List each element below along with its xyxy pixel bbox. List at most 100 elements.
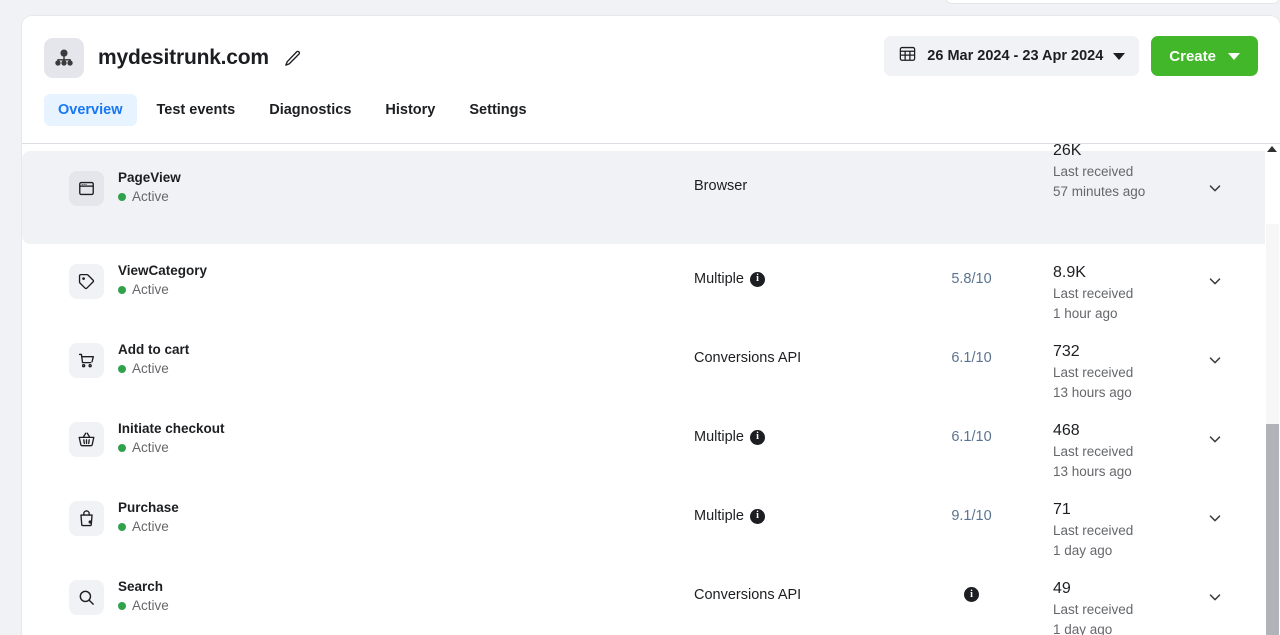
connection-method: Multiple (694, 429, 744, 445)
table-row[interactable]: Add to cart Active Conversions API 6.1/1… (22, 323, 1280, 402)
vertical-scrollbar[interactable] (1265, 144, 1280, 635)
event-match-quality-score[interactable]: 6.1/10 (951, 350, 991, 366)
event-count: 49 (1053, 580, 1071, 597)
dataset-node-icon (44, 38, 84, 78)
chevron-down-icon[interactable] (1206, 351, 1224, 374)
scrollbar-track[interactable] (1266, 224, 1279, 424)
event-name-cell: Search Active (22, 560, 694, 615)
tab-overview[interactable]: Overview (44, 94, 137, 126)
tab-history[interactable]: History (371, 94, 449, 126)
connection-method: Conversions API (694, 350, 802, 366)
scrollbar-thumb[interactable] (1266, 424, 1279, 635)
status-label: Active (132, 189, 169, 204)
status-label: Active (132, 440, 169, 455)
status-dot-icon (118, 192, 126, 201)
shopping-basket-icon (69, 422, 104, 457)
event-match-quality-score[interactable]: 9.1/10 (951, 508, 991, 524)
event-name-cell: Initiate checkout Active (22, 402, 694, 457)
event-count-cell: 49 Last received 1 day ago (1049, 560, 1174, 635)
tab-diagnostics[interactable]: Diagnostics (255, 94, 365, 126)
event-match-quality-score[interactable]: 5.8/10 (951, 271, 991, 287)
tab-bar: Overview Test events Diagnostics History… (22, 94, 1280, 144)
event-name-group: PageView Active (118, 169, 181, 205)
event-count-cell: 732 Last received 13 hours ago (1049, 323, 1174, 403)
chevron-down-icon[interactable] (1206, 430, 1224, 453)
chevron-down-icon[interactable] (1206, 272, 1224, 295)
table-row[interactable]: Purchase Active Multiple i 9.1/10 71 Las… (22, 481, 1280, 560)
browser-window-icon (69, 171, 104, 206)
tab-settings[interactable]: Settings (455, 94, 540, 126)
events-manager-card: mydesitrunk.com 26 Mar 2024 - 23 Apr 202… (22, 16, 1280, 635)
status-label: Active (132, 282, 169, 297)
last-received-time: 13 hours ago (1053, 385, 1132, 400)
info-icon[interactable]: i (749, 429, 765, 445)
event-match-quality-cell: i (894, 560, 1049, 602)
event-name-cell: ViewCategory Active (22, 244, 694, 299)
table-row[interactable]: Initiate checkout Active Multiple i 6.1/… (22, 402, 1280, 481)
event-match-quality-score[interactable]: 6.1/10 (951, 429, 991, 445)
chevron-down-icon[interactable] (1206, 588, 1224, 611)
status-label: Active (132, 519, 169, 534)
last-received-label: Last received (1053, 164, 1134, 179)
last-received-time: 13 hours ago (1053, 464, 1132, 479)
last-received-time: 1 day ago (1053, 543, 1113, 558)
table-row[interactable]: Search Active Conversions API i 49 Last (22, 560, 1280, 635)
scroll-up-arrow-icon[interactable] (1267, 146, 1277, 152)
magnifier-icon (69, 580, 104, 615)
event-count-cell: 71 Last received 1 day ago (1049, 481, 1174, 561)
connection-method-cell: Multiple i (694, 402, 894, 445)
event-match-quality-cell (894, 151, 1049, 178)
page-header: mydesitrunk.com 26 Mar 2024 - 23 Apr 202… (22, 16, 1280, 94)
event-count: 8.9K (1053, 264, 1086, 281)
last-received-time: 57 minutes ago (1053, 184, 1146, 199)
event-count-cell: 8.9K Last received 1 hour ago (1049, 244, 1174, 324)
event-count: 71 (1053, 501, 1071, 518)
create-button[interactable]: Create (1151, 36, 1258, 76)
table-row[interactable]: ViewCategory Active Multiple i 5.8/10 8. (22, 244, 1280, 323)
connection-method-cell: Conversions API (694, 323, 894, 366)
tag-icon (69, 264, 104, 299)
info-icon[interactable]: i (964, 587, 979, 602)
connection-method-cell: Multiple i (694, 481, 894, 524)
status-badge: Active (118, 439, 225, 456)
event-count-cell: 26K Last received 57 minutes ago (1049, 144, 1174, 202)
event-match-quality-cell: 6.1/10 (894, 323, 1049, 366)
status-dot-icon (118, 522, 126, 531)
caret-down-icon (1113, 52, 1126, 60)
event-name-cell: Add to cart Active (22, 323, 694, 378)
status-dot-icon (118, 364, 126, 373)
connection-method: Browser (694, 178, 748, 194)
info-icon[interactable]: i (749, 508, 765, 524)
event-name: Search (118, 579, 164, 594)
status-label: Active (132, 598, 169, 613)
calendar-icon (898, 44, 917, 68)
event-match-quality-cell: 5.8/10 (894, 244, 1049, 287)
status-badge: Active (118, 360, 189, 377)
status-label: Active (132, 361, 169, 376)
last-received-time: 1 day ago (1053, 622, 1113, 635)
page-root: mydesitrunk.com 26 Mar 2024 - 23 Apr 202… (0, 0, 1280, 635)
chevron-down-icon[interactable] (1206, 179, 1224, 202)
header-actions-group: 26 Mar 2024 - 23 Apr 2024 Create (884, 36, 1258, 76)
pencil-icon[interactable] (283, 49, 302, 68)
connection-method: Conversions API (694, 587, 802, 603)
chevron-down-icon[interactable] (1206, 509, 1224, 532)
connection-method-cell: Conversions API (694, 560, 894, 603)
event-name: Initiate checkout (118, 421, 225, 436)
status-badge: Active (118, 518, 179, 535)
connection-method-cell: Browser (694, 151, 894, 194)
info-icon[interactable]: i (749, 271, 765, 287)
event-name: Add to cart (118, 342, 190, 357)
connection-method: Multiple (694, 508, 744, 524)
status-badge: Active (118, 281, 207, 298)
event-count-cell: 468 Last received 13 hours ago (1049, 402, 1174, 482)
date-range-picker[interactable]: 26 Mar 2024 - 23 Apr 2024 (884, 36, 1140, 76)
event-match-quality-cell: 6.1/10 (894, 402, 1049, 445)
table-row[interactable]: PageView Active Browser 26K Last receive… (22, 144, 1280, 244)
last-received-label: Last received (1053, 365, 1134, 380)
event-name: ViewCategory (118, 263, 208, 278)
events-table: PageView Active Browser 26K Last receive… (22, 144, 1280, 635)
date-range-value: 26 Mar 2024 - 23 Apr 2024 (927, 48, 1104, 64)
tab-test-events[interactable]: Test events (143, 94, 250, 126)
shopping-cart-icon (69, 343, 104, 378)
